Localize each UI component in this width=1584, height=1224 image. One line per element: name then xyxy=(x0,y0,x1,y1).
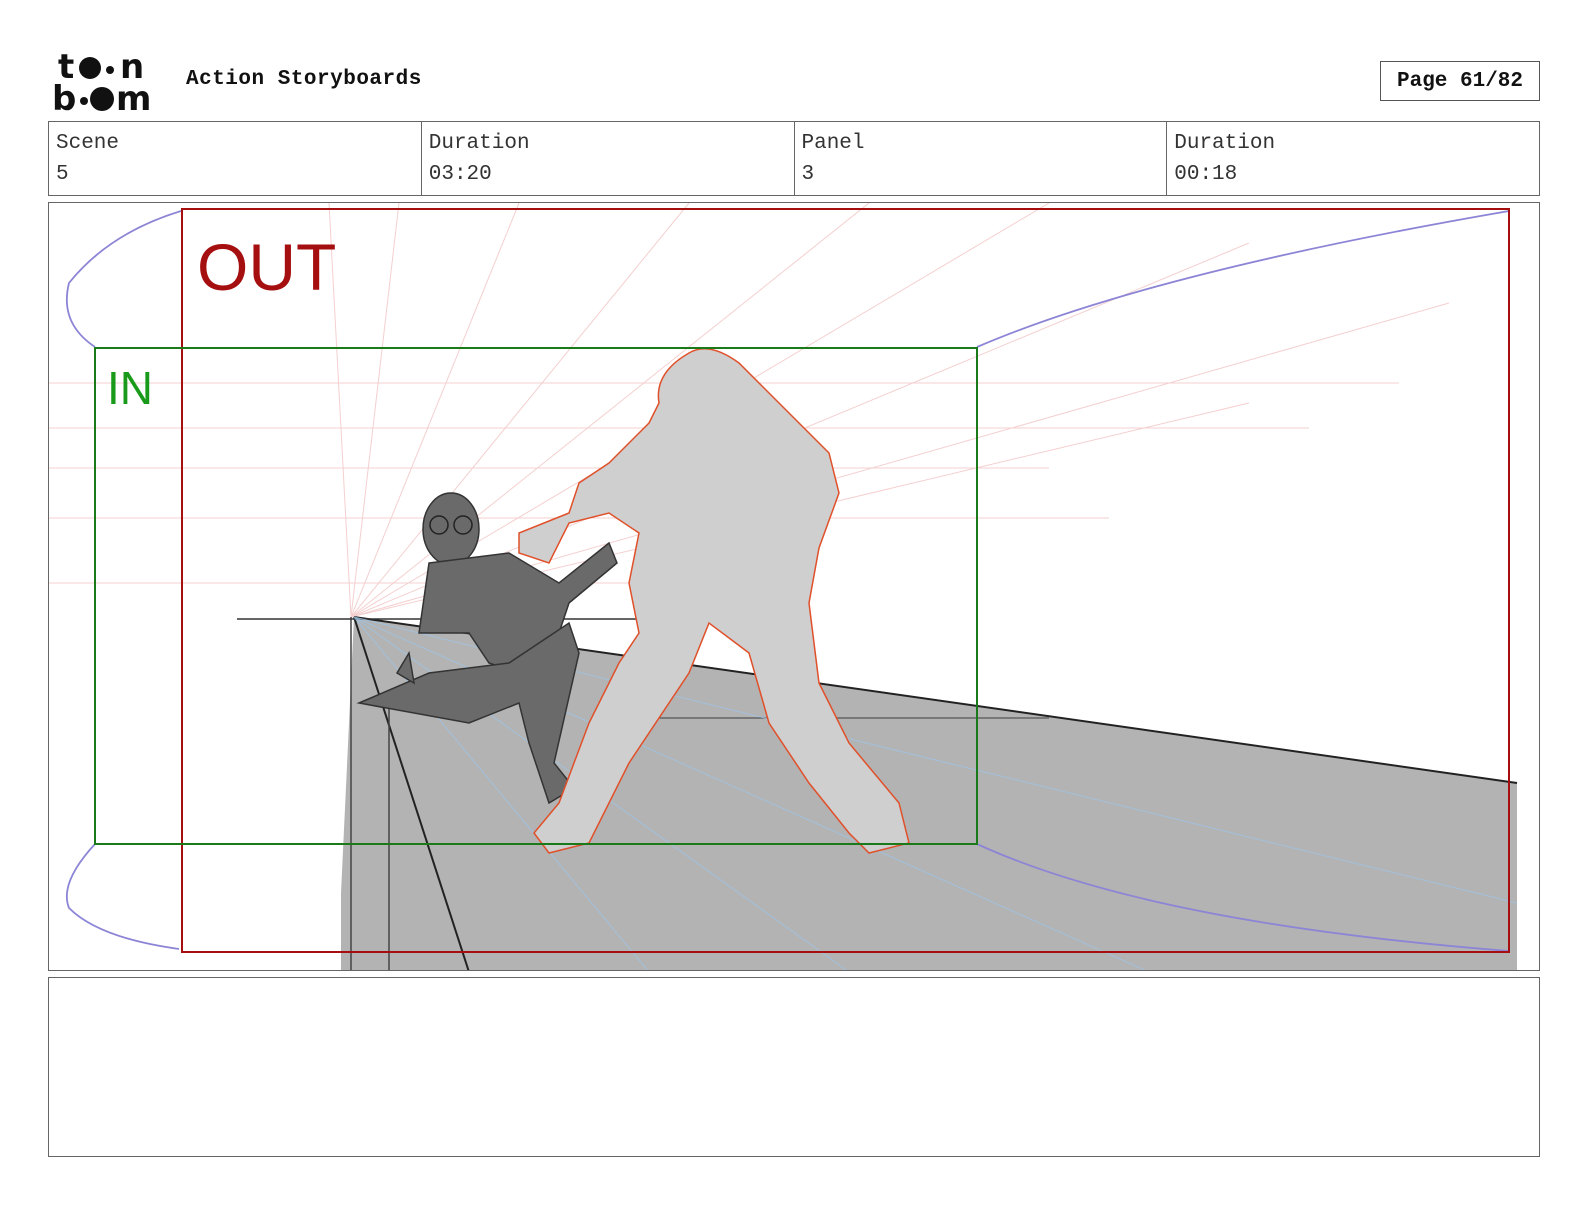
svg-text:m: m xyxy=(116,79,151,114)
svg-text:b: b xyxy=(52,79,76,114)
out-frame-label: OUT xyxy=(197,230,337,304)
page-number: Page 61/82 xyxy=(1380,61,1540,101)
panel-value: 3 xyxy=(801,163,815,186)
panel-duration-value: 00:18 xyxy=(1174,163,1238,186)
scene-info-bar: Scene 5 Duration 03:20 Panel 3 Duration … xyxy=(48,121,1540,196)
scene-duration-value: 03:20 xyxy=(428,163,492,186)
panel-sketch xyxy=(49,203,1518,970)
storyboard-panel: OUT IN xyxy=(48,202,1540,971)
scene-duration-cell: Duration 03:20 xyxy=(422,122,795,195)
scene-duration-label: Duration xyxy=(428,132,530,155)
scene-label: Scene xyxy=(56,132,120,155)
panel-duration-cell: Duration 00:18 xyxy=(1167,122,1539,195)
scene-cell: Scene 5 xyxy=(49,122,422,195)
panel-notes-box[interactable] xyxy=(48,977,1540,1157)
panel-label: Panel xyxy=(801,132,865,155)
scene-value: 5 xyxy=(56,163,69,186)
panel-cell: Panel 3 xyxy=(795,122,1168,195)
document-title: Action Storyboards xyxy=(186,68,422,91)
in-frame-label: IN xyxy=(107,362,153,414)
panel-duration-label: Duration xyxy=(1174,132,1276,155)
toon-boom-logo: t n b m xyxy=(52,48,151,114)
